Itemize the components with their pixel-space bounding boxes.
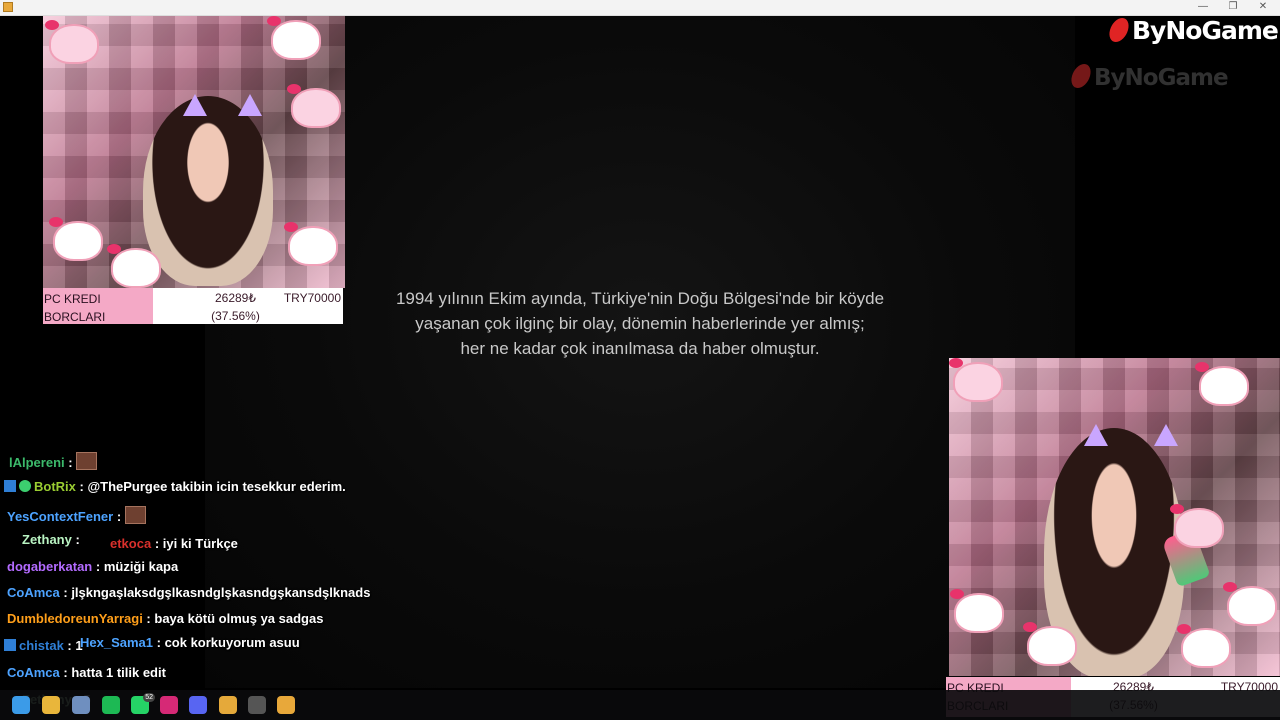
window-titlebar: — ❐ ✕ [0, 0, 1280, 16]
my-melody-sticker-icon [1170, 504, 1224, 548]
chat-separator: : [59, 665, 72, 680]
my-melody-sticker-icon [45, 20, 99, 64]
chat-message: chistak : 1 [4, 638, 83, 653]
hello-kitty-sticker-icon [1195, 362, 1249, 406]
verified-badge-icon [19, 480, 31, 492]
donation-percent: (37.56%) [211, 309, 260, 323]
chat-message: BotRix : @ThePurgee takibin icin tesekku… [4, 479, 346, 494]
chrome-icon[interactable] [219, 696, 237, 714]
spotify-icon[interactable] [102, 696, 120, 714]
chat-separator: : [92, 559, 104, 574]
chat-username[interactable]: CoAmca [7, 585, 60, 600]
donation-goal-bar-top: PC KREDI BORCLARI 26289₺ (37.56%) TRY700… [43, 288, 343, 324]
hello-kitty-sticker-icon [49, 217, 103, 261]
subtitle-line: 1994 yılının Ekim ayında, Türkiye'nin Do… [395, 289, 885, 308]
hello-kitty-sticker-icon [950, 589, 1004, 633]
chat-message: CoAmca : jlşkngaşlaksdgşlkasndglşkasndgş… [7, 585, 370, 600]
hello-kitty-sticker-icon [1177, 624, 1231, 668]
donation-goal-label: PC KREDI BORCLARI [43, 288, 153, 324]
chat-username[interactable]: BotRix [34, 479, 76, 494]
app-icon-active[interactable] [277, 696, 295, 714]
chat-text: iyi ki Türkçe [162, 536, 238, 551]
chat-separator: : [71, 532, 84, 547]
windows-start-icon[interactable] [12, 696, 30, 714]
chat-separator: : [64, 455, 77, 470]
cat-ear-icon [238, 94, 262, 116]
chat-text: müziği kapa [103, 559, 179, 574]
moderator-badge-icon [4, 480, 16, 492]
chat-message: YesContextFener : [7, 506, 146, 524]
brand-name: ByNoGame [1094, 65, 1229, 91]
chat-username[interactable]: CoAmca [7, 665, 60, 680]
chat-username[interactable]: DumbledoreunYarragi [7, 611, 143, 626]
chat-emote-icon [76, 452, 98, 470]
donation-label-line: PC KREDI [44, 292, 101, 306]
minimize-button[interactable]: — [1196, 1, 1210, 13]
chat-separator: : [153, 635, 165, 650]
moderator-badge-icon [4, 639, 16, 651]
my-melody-sticker-icon [287, 84, 341, 128]
chat-username[interactable]: Zethany [22, 532, 72, 547]
cat-ear-icon [1084, 424, 1108, 446]
chat-message: lAlpereni : [9, 452, 98, 470]
hello-kitty-sticker-icon [1023, 622, 1077, 666]
cat-ear-icon [183, 94, 207, 116]
chat-message: CoAmca : hatta 1 tilik edit [7, 665, 166, 680]
chat-separator: : [75, 479, 88, 494]
chat-separator: : [59, 585, 72, 600]
whatsapp-icon[interactable]: 52 [131, 693, 155, 714]
cat-ear-icon [1154, 424, 1178, 446]
chat-username[interactable]: Hex_Sama1 [80, 635, 153, 650]
chat-separator: : [151, 536, 163, 551]
chat-text: cok korkuyorum asuu [164, 635, 300, 650]
chat-separator: : [142, 611, 155, 626]
chat-separator: : [63, 638, 76, 653]
instagram-icon[interactable] [160, 696, 178, 714]
my-melody-sticker-icon [949, 358, 1003, 402]
obs-icon[interactable] [248, 696, 266, 714]
brand-name: ByNoGame [1132, 16, 1279, 45]
close-button[interactable]: ✕ [1256, 1, 1270, 13]
webcam-overlay-top [43, 16, 345, 288]
chat-text: hatta 1 tilik edit [71, 665, 166, 680]
store-icon[interactable] [72, 696, 90, 714]
chat-text: jlşkngaşlaksdgşlkasndglşkasndgşkansdşlkn… [71, 585, 371, 600]
video-subtitle: 1994 yılının Ekim ayında, Türkiye'nin Do… [340, 286, 940, 361]
windows-taskbar: 52 [0, 690, 1280, 720]
chat-username[interactable]: dogaberkatan [7, 559, 92, 574]
chat-message: dogaberkatan : müziği kapa [7, 559, 178, 574]
webcam-overlay-bottom [949, 358, 1280, 676]
chat-separator: : [113, 509, 125, 524]
subtitle-line: yaşanan çok ilginç bir olay, dönemin hab… [415, 314, 865, 333]
chat-username[interactable]: lAlpereni [9, 455, 65, 470]
bynogame-logo: ByNoGame [1106, 16, 1279, 45]
bynogame-mark-icon [1106, 18, 1132, 42]
chat-message: DumbledoreunYarragi : baya kötü olmuş ya… [7, 611, 323, 626]
discord-icon[interactable] [189, 696, 207, 714]
subtitle-line: her ne kadar çok inanılmasa da haber olm… [460, 339, 820, 358]
hello-kitty-sticker-icon [267, 16, 321, 60]
chat-message: Zethany : [22, 532, 83, 547]
bynogame-mark-icon [1068, 64, 1094, 88]
chat-text: baya kötü olmuş ya sadgas [154, 611, 324, 626]
hello-kitty-sticker-icon [1223, 582, 1277, 626]
chat-message: Hex_Sama1 : cok korkuyorum asuu [80, 635, 300, 650]
donation-label-line: BORCLARI [44, 310, 106, 324]
maximize-button[interactable]: ❐ [1226, 1, 1240, 13]
chat-username[interactable]: etkoca [110, 536, 151, 551]
streamer-image [143, 96, 273, 286]
chat-message: etkoca : iyi ki Türkçe [110, 536, 238, 551]
chat-username[interactable]: chistak [19, 638, 64, 653]
hello-kitty-sticker-icon [284, 222, 338, 266]
hello-kitty-sticker-icon [107, 244, 161, 288]
chat-emote-icon [124, 506, 146, 524]
bynogame-logo-faded: ByNoGame [1068, 64, 1229, 91]
notification-count-badge: 52 [143, 693, 155, 702]
file-explorer-icon[interactable] [42, 696, 60, 714]
app-icon [3, 2, 13, 12]
donation-target: TRY70000 [283, 291, 341, 305]
chat-text: @ThePurgee takibin icin tesekkur ederim. [87, 479, 346, 494]
chat-username[interactable]: YesContextFener [7, 509, 113, 524]
